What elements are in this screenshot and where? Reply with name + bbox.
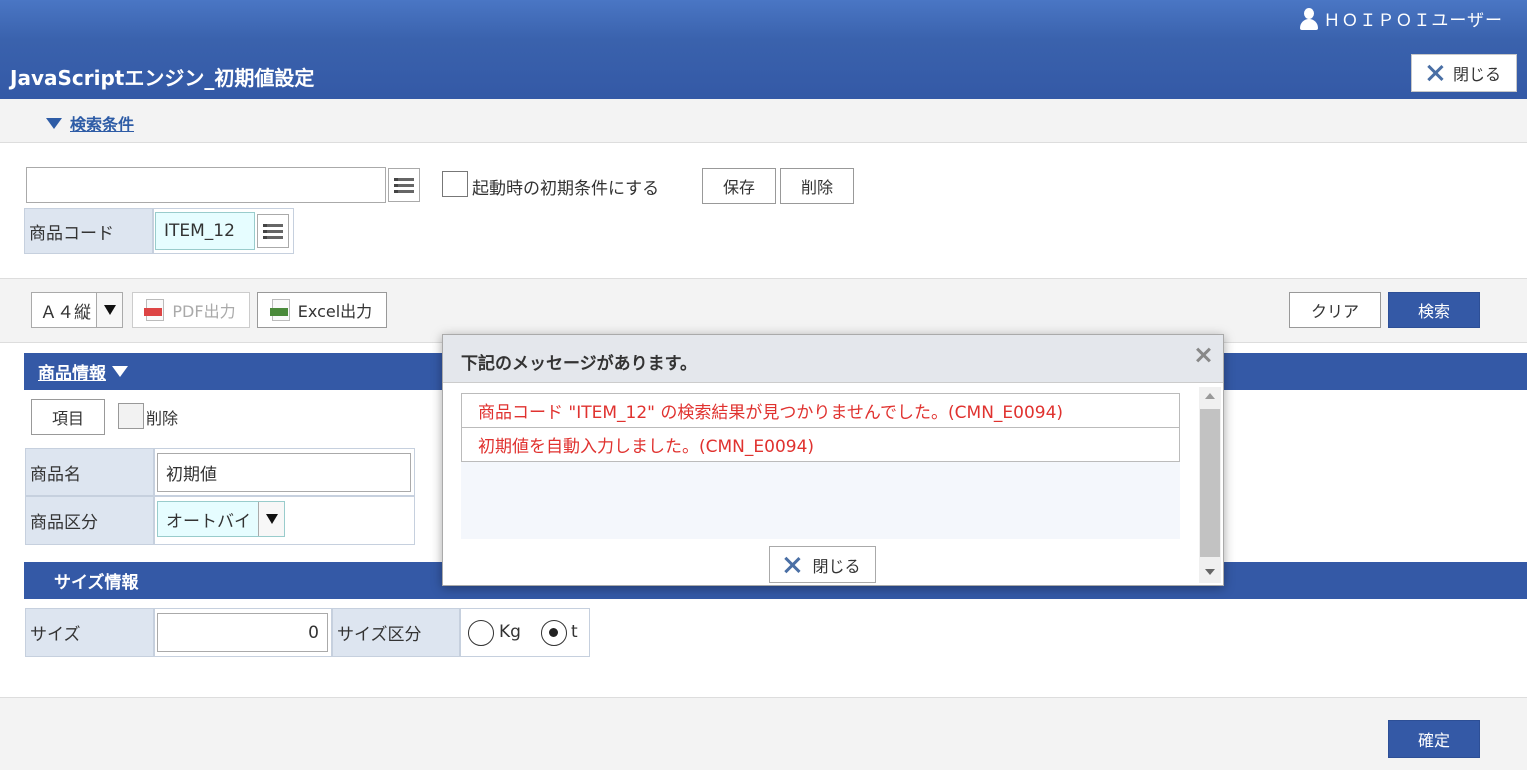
header-close-label: 閉じる [1452, 65, 1501, 84]
product-category-select[interactable]: オートバイ [157, 501, 285, 537]
product-name-label: 商品名 [25, 448, 154, 496]
product-category-value: オートバイ [166, 511, 251, 532]
unit-radio-kg-label: Kg [499, 622, 521, 642]
size-section-title: サイズ情報 [54, 573, 139, 593]
unit-radio-t-label: t [571, 622, 578, 642]
header-close-button[interactable]: 閉じる [1411, 54, 1517, 92]
item-code-input[interactable]: ITEM_12 [155, 212, 255, 250]
dialog-close-label: 閉じる [812, 556, 861, 576]
size-input[interactable]: 0 [157, 613, 328, 652]
dropdown-arrow-icon [258, 502, 284, 536]
default-condition-label: 起動時の初期条件にする [472, 179, 660, 199]
dialog-close-icon[interactable] [1195, 347, 1211, 363]
dialog-scrollbar[interactable] [1199, 387, 1221, 583]
message-item: 商品コード "ITEM_12" の検索結果が見つかりませんでした。(CMN_E0… [461, 393, 1180, 428]
pdf-file-icon [144, 299, 165, 321]
item-code-list-button[interactable] [257, 214, 289, 248]
size-unit-label: サイズ区分 [332, 608, 460, 657]
unit-radio-t[interactable] [541, 620, 567, 646]
list-icon [263, 223, 283, 227]
message-dialog: 下記のメッセージがあります。 商品コード "ITEM_12" の検索結果が見つか… [442, 334, 1224, 586]
condition-list-button[interactable] [388, 168, 420, 202]
triangle-down-icon [112, 366, 128, 377]
search-conditions-toggle[interactable]: 検索条件 [46, 111, 134, 135]
scroll-up-icon[interactable] [1205, 393, 1215, 399]
close-icon [1427, 65, 1443, 81]
paper-size-select[interactable]: Ａ４縦 [31, 292, 123, 328]
search-button[interactable]: 検索 [1388, 292, 1480, 328]
app-header: ＨＯＩＰＯＩユーザー JavaScriptエンジン_初期値設定 閉じる [0, 0, 1527, 99]
excel-file-icon [269, 299, 290, 321]
excel-export-button[interactable]: Excel出力 [257, 292, 387, 328]
save-button[interactable]: 保存 [702, 168, 776, 204]
product-category-label: 商品区分 [25, 496, 154, 545]
unit-radio-kg[interactable] [468, 620, 494, 646]
delete-condition-button[interactable]: 削除 [780, 168, 854, 204]
message-list: 商品コード "ITEM_12" の検索結果が見つかりませんでした。(CMN_E0… [461, 393, 1180, 539]
user-icon [1299, 7, 1319, 30]
pdf-export-button[interactable]: PDF出力 [132, 292, 250, 328]
product-name-input[interactable]: 初期値 [157, 453, 411, 492]
close-icon [784, 557, 800, 573]
condition-name-input[interactable] [26, 167, 386, 203]
list-icon [394, 177, 414, 181]
product-section-title: 商品情報 [38, 364, 106, 384]
clear-button[interactable]: クリア [1289, 292, 1381, 328]
search-conditions-bar: 検索条件 [0, 99, 1527, 143]
dialog-title: 下記のメッセージがあります。 [461, 354, 697, 374]
user-name: ＨＯＩＰＯＩユーザー [1323, 11, 1503, 31]
default-condition-checkbox[interactable] [442, 171, 468, 197]
scrollbar-thumb[interactable] [1200, 409, 1220, 557]
size-label: サイズ [25, 608, 154, 657]
dialog-close-button[interactable]: 閉じる [769, 546, 876, 583]
triangle-down-icon [46, 117, 62, 129]
confirm-button[interactable]: 確定 [1388, 720, 1480, 758]
resize-handle-icon[interactable] [1205, 569, 1215, 575]
pdf-export-label: PDF出力 [172, 302, 236, 321]
page-title: JavaScriptエンジン_初期値設定 [10, 66, 315, 90]
paper-size-value: Ａ４縦 [40, 302, 91, 323]
item-code-label: 商品コード [24, 208, 153, 254]
dropdown-arrow-icon [96, 293, 122, 327]
user-menu[interactable]: ＨＯＩＰＯＩユーザー [1299, 6, 1503, 31]
item-settings-button[interactable]: 項目 [31, 399, 105, 435]
excel-export-label: Excel出力 [297, 302, 373, 321]
dialog-header: 下記のメッセージがあります。 [443, 335, 1223, 383]
message-item: 初期値を自動入力しました。(CMN_E0094) [461, 427, 1180, 462]
search-conditions-label: 検索条件 [70, 115, 135, 134]
delete-checkbox[interactable] [118, 403, 144, 429]
footer-bar [0, 697, 1527, 770]
delete-checkbox-label: 削除 [146, 409, 179, 428]
